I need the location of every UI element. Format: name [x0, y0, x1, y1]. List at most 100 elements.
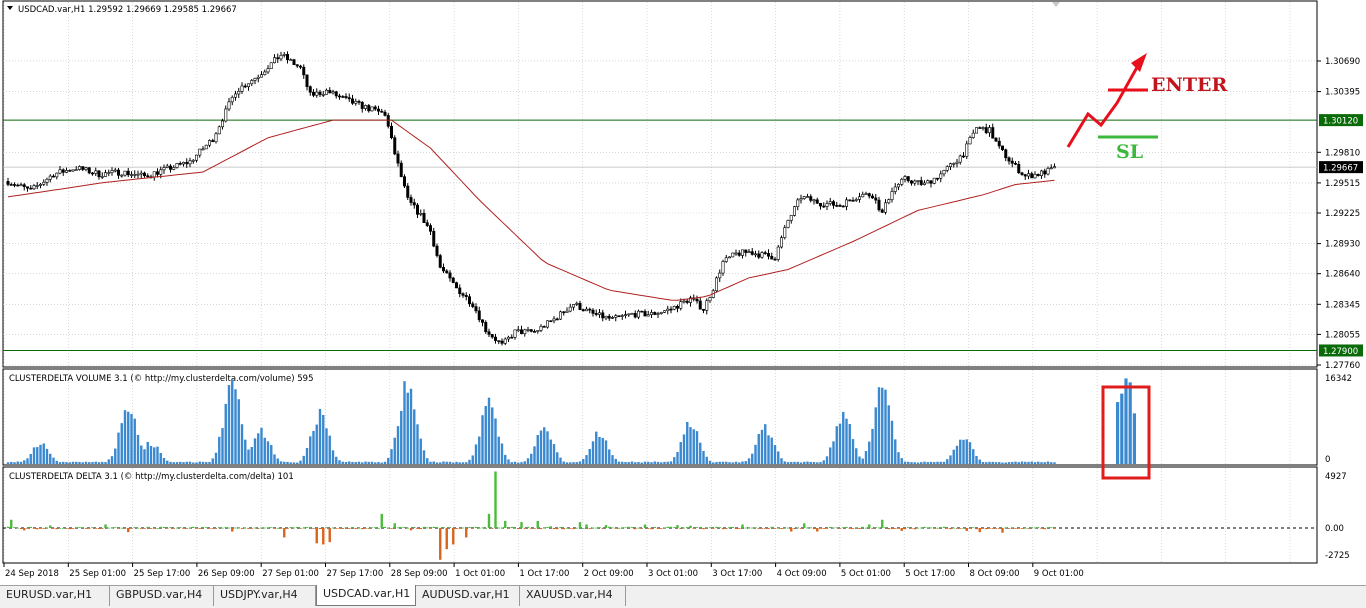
delta-bar — [13, 527, 16, 528]
delta-bar — [760, 528, 764, 529]
delta-bar — [244, 527, 247, 529]
volume-bar — [36, 447, 39, 464]
time-tick-label: 24 Sep 2018 — [5, 569, 59, 579]
volume-bar — [770, 437, 773, 464]
volume-bar — [357, 461, 361, 464]
delta-bar — [335, 528, 338, 529]
delta-bar — [318, 528, 322, 530]
volume-bar — [169, 461, 172, 464]
volume-bar — [764, 424, 767, 464]
volume-bar — [400, 410, 403, 464]
volume-bar — [452, 462, 455, 464]
time-tick-label: 25 Sep 17:00 — [134, 569, 191, 579]
delta-bar — [598, 527, 601, 528]
volume-bar — [192, 462, 195, 464]
volume-bar — [367, 461, 370, 464]
delta-bar — [591, 527, 595, 529]
delta-bar — [419, 528, 422, 530]
volume-bar — [926, 462, 929, 464]
delta-bar — [29, 526, 32, 528]
delta-bar — [666, 526, 669, 528]
delta-bar — [487, 513, 491, 528]
highlighted-volume-bar — [1116, 402, 1120, 464]
highlighted-volume-bar — [1132, 413, 1136, 464]
delta-bar — [1050, 527, 1053, 529]
tab-usdjpy[interactable]: USDJPY.var,H4 — [214, 586, 316, 606]
symbol-header: USDCAD.var,H1 1.29592 1.29669 1.29585 1.… — [18, 5, 237, 15]
level-tag-label: 1.30120 — [1323, 117, 1358, 127]
volume-bar — [149, 445, 153, 464]
delta-bar — [97, 528, 101, 530]
volume-bar — [380, 462, 383, 464]
volume-bar — [562, 461, 565, 464]
volume-bar — [604, 440, 608, 464]
volume-bar — [855, 448, 858, 464]
delta-bar — [546, 527, 549, 528]
tab-xauusd[interactable]: XAUUSD.var,H4 — [520, 586, 626, 606]
volume-bar — [643, 461, 647, 464]
volume-bar — [832, 441, 835, 464]
volume-bar — [994, 462, 998, 464]
delta-bar — [393, 523, 396, 528]
volume-bar — [299, 460, 302, 464]
delta-bar — [640, 528, 643, 529]
volume-bar — [959, 439, 962, 464]
volume-bar — [689, 427, 692, 464]
tab-gbpusd[interactable]: GBPUSD.var,H4 — [110, 586, 214, 606]
volume-bar — [653, 461, 656, 464]
volume-bar — [247, 449, 250, 464]
delta-bar — [448, 527, 452, 528]
delta-bar — [1024, 527, 1027, 529]
volume-bar — [556, 452, 559, 464]
volume-bar — [916, 462, 920, 464]
volume-bar — [679, 442, 682, 464]
volume-bar — [335, 456, 338, 464]
volume-bar — [13, 462, 16, 464]
delta-bar — [822, 528, 825, 529]
delta-bar — [699, 526, 702, 528]
volume-bar — [263, 437, 266, 464]
tab-usdcad[interactable]: USDCAD.var,H1 — [316, 585, 416, 606]
tab-audusd[interactable]: AUDUSD.var,H1 — [416, 586, 520, 606]
delta-bar — [188, 527, 192, 529]
delta-bar — [403, 526, 406, 528]
delta-bar — [146, 526, 149, 528]
delta-bar — [565, 527, 569, 529]
delta-bar — [292, 527, 296, 529]
delta-bar — [900, 528, 903, 531]
time-tick-label: 25 Sep 01:00 — [69, 569, 126, 579]
delta-bar — [289, 527, 292, 528]
delta-bar — [16, 527, 19, 529]
volume-bar — [760, 429, 764, 464]
delta-bar — [832, 527, 835, 529]
delta-bar — [660, 528, 663, 529]
delta-bar — [396, 527, 400, 529]
volume-bar — [465, 462, 468, 464]
delta-bar — [1014, 528, 1017, 529]
volume-bar — [933, 462, 936, 464]
delta-bar — [585, 524, 588, 528]
volume-bar — [1037, 461, 1040, 464]
delta-bar — [517, 528, 520, 530]
candle — [269, 62, 273, 69]
delta-bar — [19, 528, 23, 530]
volume-bar — [1030, 461, 1033, 464]
time-tick-label: 27 Sep 17:00 — [327, 569, 384, 579]
volume-bar — [985, 462, 988, 464]
delta-bar — [634, 528, 637, 530]
volume-bar — [621, 461, 624, 464]
volume-bar — [416, 424, 419, 464]
tab-eurusd[interactable]: EURUSD.var,H1 — [0, 586, 110, 606]
volume-bar — [546, 431, 549, 464]
delta-bar — [10, 519, 13, 528]
volume-bar — [318, 408, 322, 464]
delta-bar — [159, 526, 162, 528]
enter-label: ENTER — [1151, 74, 1227, 96]
volume-bar — [887, 405, 890, 464]
volume-bar — [533, 446, 536, 464]
volume-bar — [829, 447, 832, 464]
delta-bar — [422, 526, 426, 528]
delta-bar — [370, 527, 374, 529]
volume-bar — [88, 462, 91, 464]
price-tick-label: 1.28640 — [1325, 270, 1360, 280]
